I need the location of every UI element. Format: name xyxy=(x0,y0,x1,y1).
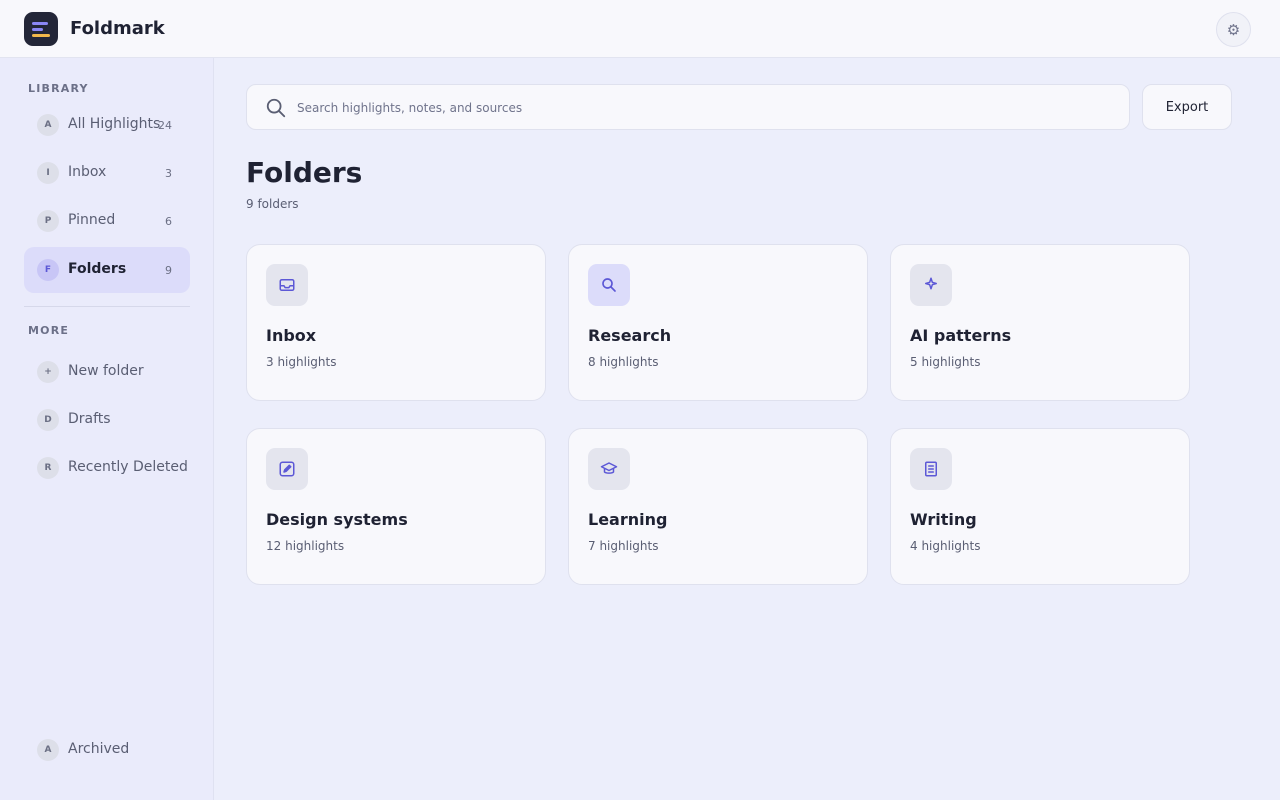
folder-highlight-count: 8 highlights xyxy=(588,355,659,369)
search-input[interactable] xyxy=(297,97,1097,119)
folder-highlight-count: 5 highlights xyxy=(910,355,981,369)
card-icon-tile xyxy=(266,448,308,490)
nav-badge: R xyxy=(37,457,59,479)
plus-icon: + xyxy=(37,361,59,383)
sidebar-item-count: 3 xyxy=(165,167,172,180)
folder-highlight-count: 3 highlights xyxy=(266,355,337,369)
card-icon-tile xyxy=(588,264,630,306)
edit-icon xyxy=(279,461,295,477)
folder-card-learning[interactable]: Learning 7 highlights xyxy=(568,428,868,585)
folder-name: Inbox xyxy=(266,326,317,345)
folder-highlight-count: 7 highlights xyxy=(588,539,659,553)
inbox-icon xyxy=(279,279,295,291)
card-icon-tile xyxy=(910,448,952,490)
sidebar-item-count: 24 xyxy=(158,119,172,132)
folder-count: 9 folders xyxy=(246,197,299,211)
sidebar-item-recently-deleted[interactable]: R Recently Deleted xyxy=(24,445,190,491)
app-logo[interactable] xyxy=(24,12,58,46)
graduation-cap-icon xyxy=(600,462,618,474)
search-bar[interactable] xyxy=(246,84,1130,130)
sidebar-item-count: 6 xyxy=(165,215,172,228)
folder-card-research[interactable]: Research 8 highlights xyxy=(568,244,868,401)
sidebar-item-label: Drafts xyxy=(68,411,111,427)
folder-highlight-count: 12 highlights xyxy=(266,539,345,553)
folder-name: Learning xyxy=(588,510,668,529)
sidebar-item-drafts[interactable]: D Drafts xyxy=(24,397,190,443)
sidebar-item-all-highlights[interactable]: A All Highlights 24 xyxy=(24,102,190,148)
search-icon xyxy=(602,278,616,292)
sidebar-item-inbox[interactable]: I Inbox 3 xyxy=(24,150,190,196)
gear-icon: ⚙ xyxy=(1226,20,1241,39)
nav-badge: A xyxy=(37,739,59,761)
sidebar-item-folders[interactable]: F Folders 9 xyxy=(24,247,190,293)
card-icon-tile xyxy=(910,264,952,306)
search-icon xyxy=(266,98,286,118)
folder-card-design-systems[interactable]: Design systems 12 highlights xyxy=(246,428,546,585)
nav-badge: I xyxy=(37,162,59,184)
sidebar-item-new-folder[interactable]: + New folder xyxy=(24,349,190,395)
folder-name: Design systems xyxy=(266,510,408,529)
sidebar-divider xyxy=(24,306,190,307)
sidebar-item-label: Folders xyxy=(68,261,127,277)
sparkle-icon xyxy=(925,277,937,290)
sidebar-item-archived[interactable]: A Archived xyxy=(24,727,190,773)
nav-badge: A xyxy=(37,114,59,136)
sidebar-item-label: Pinned xyxy=(68,212,116,228)
nav-badge: D xyxy=(37,409,59,431)
library-section-label: LIBRARY xyxy=(28,82,89,95)
folder-highlight-count: 4 highlights xyxy=(910,539,981,553)
folder-card-writing[interactable]: Writing 4 highlights xyxy=(890,428,1190,585)
nav-badge: P xyxy=(37,210,59,232)
sidebar: LIBRARY A All Highlights 24 I Inbox 3 P … xyxy=(0,58,214,800)
export-button[interactable]: Export xyxy=(1142,84,1232,130)
folder-card-inbox[interactable]: Inbox 3 highlights xyxy=(246,244,546,401)
app-title: Foldmark xyxy=(70,18,165,39)
folder-name: Writing xyxy=(910,510,977,529)
document-icon xyxy=(925,461,937,477)
sidebar-item-count: 9 xyxy=(165,264,172,277)
page-title: Folders xyxy=(246,156,363,189)
sidebar-item-label: Archived xyxy=(68,741,130,757)
card-icon-tile xyxy=(266,264,308,306)
nav-badge: F xyxy=(37,259,59,281)
folder-name: Research xyxy=(588,326,672,345)
sidebar-item-label: Inbox xyxy=(68,164,107,180)
sidebar-item-label: All Highlights xyxy=(68,116,161,132)
card-icon-tile xyxy=(588,448,630,490)
folder-name: AI patterns xyxy=(910,326,1012,345)
sidebar-item-pinned[interactable]: P Pinned 6 xyxy=(24,198,190,244)
settings-button[interactable]: ⚙ xyxy=(1216,12,1251,47)
sidebar-item-label: Recently Deleted xyxy=(68,459,188,475)
top-bar: Foldmark ⚙ xyxy=(0,0,1280,58)
more-section-label: MORE xyxy=(28,324,70,337)
sidebar-item-label: New folder xyxy=(68,363,144,379)
folder-card-ai-patterns[interactable]: AI patterns 5 highlights xyxy=(890,244,1190,401)
